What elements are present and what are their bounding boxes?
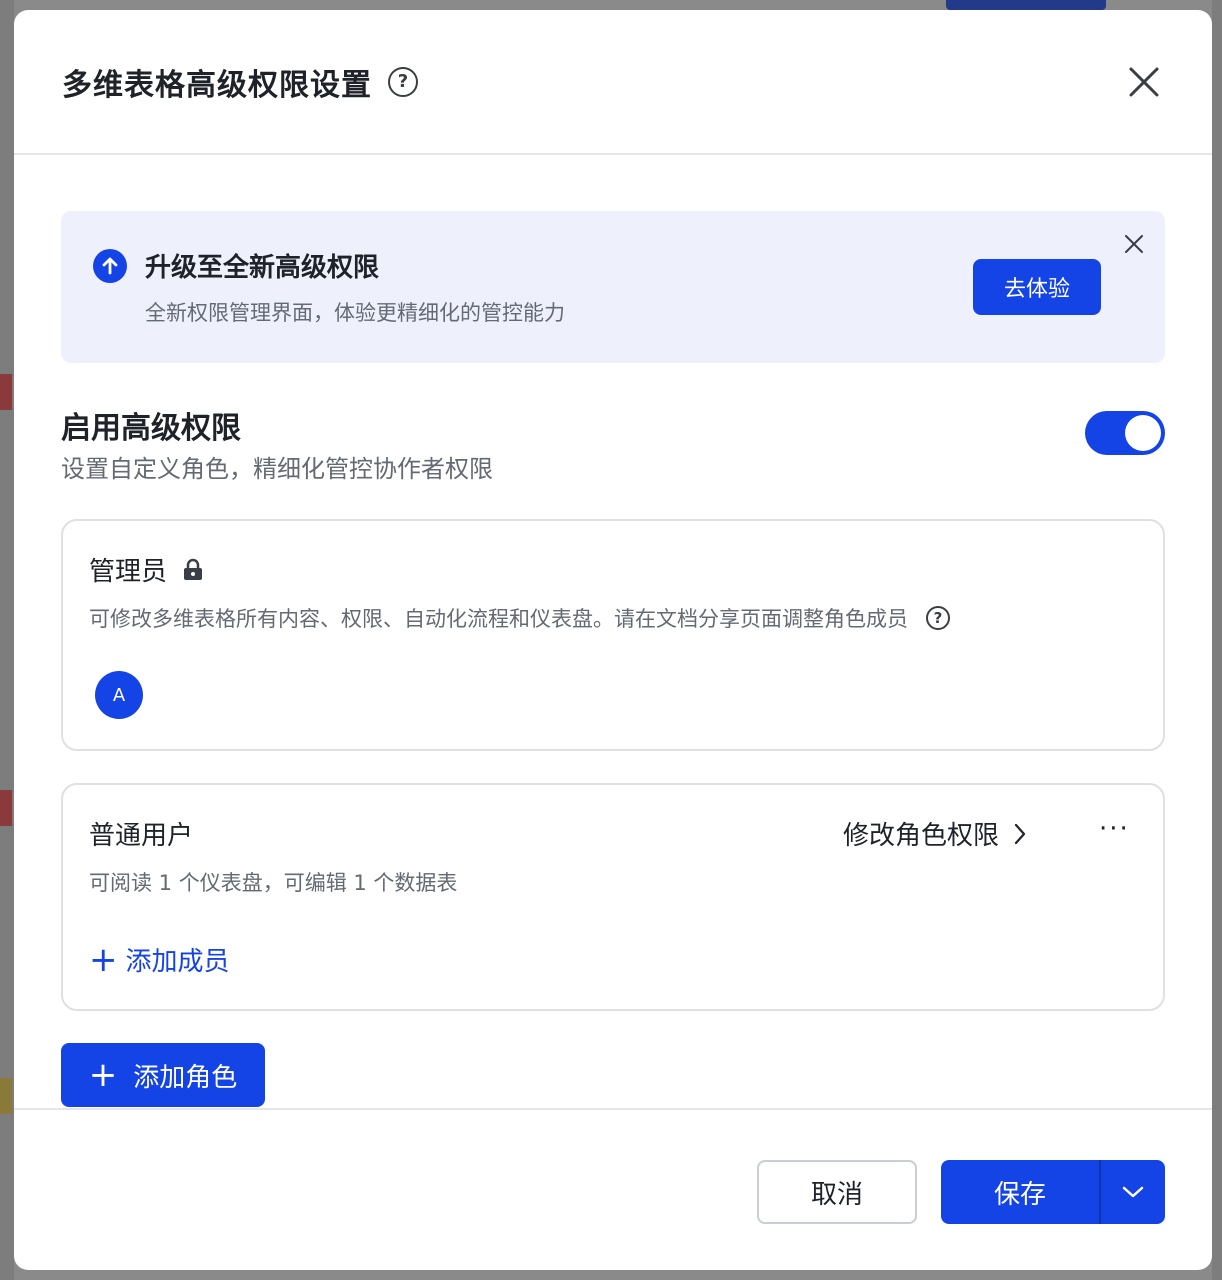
chevron-down-icon bbox=[1122, 1186, 1144, 1198]
add-role-label: 添加角色 bbox=[133, 1062, 238, 1093]
close-icon[interactable] bbox=[1128, 66, 1160, 98]
dialog-footer: 取消 保存 bbox=[14, 1108, 1212, 1270]
role-description: 可修改多维表格所有内容、权限、自动化流程和仪表盘。请在文档分享页面调整角色成员 … bbox=[89, 603, 950, 633]
role-name: 管理员 bbox=[89, 557, 168, 587]
advanced-permission-dialog: 多维表格高级权限设置 ? 升级至全新高级权限 全新权限管理界面，体验更精细化的管… bbox=[14, 10, 1212, 1270]
banner-description: 全新权限管理界面，体验更精细化的管控能力 bbox=[145, 301, 565, 325]
dialog-body: 升级至全新高级权限 全新权限管理界面，体验更精细化的管控能力 去体验 启用高级权… bbox=[14, 155, 1212, 1108]
role-description: 可阅读 1 个仪表盘，可编辑 1 个数据表 bbox=[89, 867, 457, 897]
more-options-button[interactable]: ··· bbox=[1099, 816, 1130, 842]
role-card-user: 普通用户 修改角色权限 ··· 可阅读 1 个仪表盘，可编辑 1 个数据表 + … bbox=[61, 783, 1165, 1011]
background-tag bbox=[0, 790, 12, 826]
edit-role-permission-link[interactable]: 修改角色权限 bbox=[843, 815, 1027, 852]
save-button[interactable]: 保存 bbox=[941, 1160, 1101, 1224]
role-title: 普通用户 bbox=[89, 815, 193, 852]
arrow-up-icon bbox=[93, 249, 127, 283]
dialog-title: 多维表格高级权限设置 bbox=[62, 67, 372, 103]
try-now-button[interactable]: 去体验 bbox=[973, 259, 1101, 315]
background-table-edge-right bbox=[1212, 0, 1222, 1280]
role-card-admin: 管理员 可修改多维表格所有内容、权限、自动化流程和仪表盘。请在文档分享页面调整角… bbox=[61, 519, 1165, 751]
cancel-button[interactable]: 取消 bbox=[757, 1160, 917, 1224]
banner-title: 升级至全新高级权限 bbox=[145, 253, 380, 283]
save-button-group: 保存 bbox=[941, 1160, 1165, 1224]
dialog-header: 多维表格高级权限设置 ? bbox=[14, 10, 1212, 155]
banner-close-icon[interactable] bbox=[1123, 233, 1145, 255]
help-icon[interactable]: ? bbox=[926, 606, 950, 630]
save-dropdown-button[interactable] bbox=[1101, 1160, 1165, 1224]
background-button bbox=[946, 0, 1106, 10]
role-title: 管理员 bbox=[89, 551, 205, 588]
avatar[interactable]: A bbox=[95, 671, 143, 719]
add-member-button[interactable]: + 添加成员 bbox=[89, 941, 230, 978]
advanced-permission-toggle[interactable] bbox=[1085, 411, 1165, 455]
plus-icon: + bbox=[88, 1055, 118, 1095]
role-name: 普通用户 bbox=[89, 821, 194, 851]
lock-icon bbox=[184, 558, 203, 580]
edit-role-permission-label: 修改角色权限 bbox=[843, 821, 1000, 851]
background-tag bbox=[0, 374, 12, 410]
help-icon[interactable]: ? bbox=[388, 66, 418, 97]
advanced-permission-description: 设置自定义角色，精细化管控协作者权限 bbox=[61, 455, 493, 483]
background-tag bbox=[0, 1078, 12, 1114]
upgrade-banner: 升级至全新高级权限 全新权限管理界面，体验更精细化的管控能力 去体验 bbox=[61, 211, 1165, 363]
role-description-text: 可阅读 1 个仪表盘，可编辑 1 个数据表 bbox=[89, 871, 458, 895]
add-role-button[interactable]: + 添加角色 bbox=[61, 1043, 265, 1107]
toggle-knob bbox=[1125, 415, 1161, 451]
add-member-label: 添加成员 bbox=[125, 947, 230, 977]
plus-icon: + bbox=[89, 939, 118, 980]
role-description-text: 可修改多维表格所有内容、权限、自动化流程和仪表盘。请在文档分享页面调整角色成员 bbox=[89, 607, 908, 631]
advanced-permission-title: 启用高级权限 bbox=[61, 411, 241, 446]
chevron-right-icon bbox=[1014, 823, 1026, 844]
